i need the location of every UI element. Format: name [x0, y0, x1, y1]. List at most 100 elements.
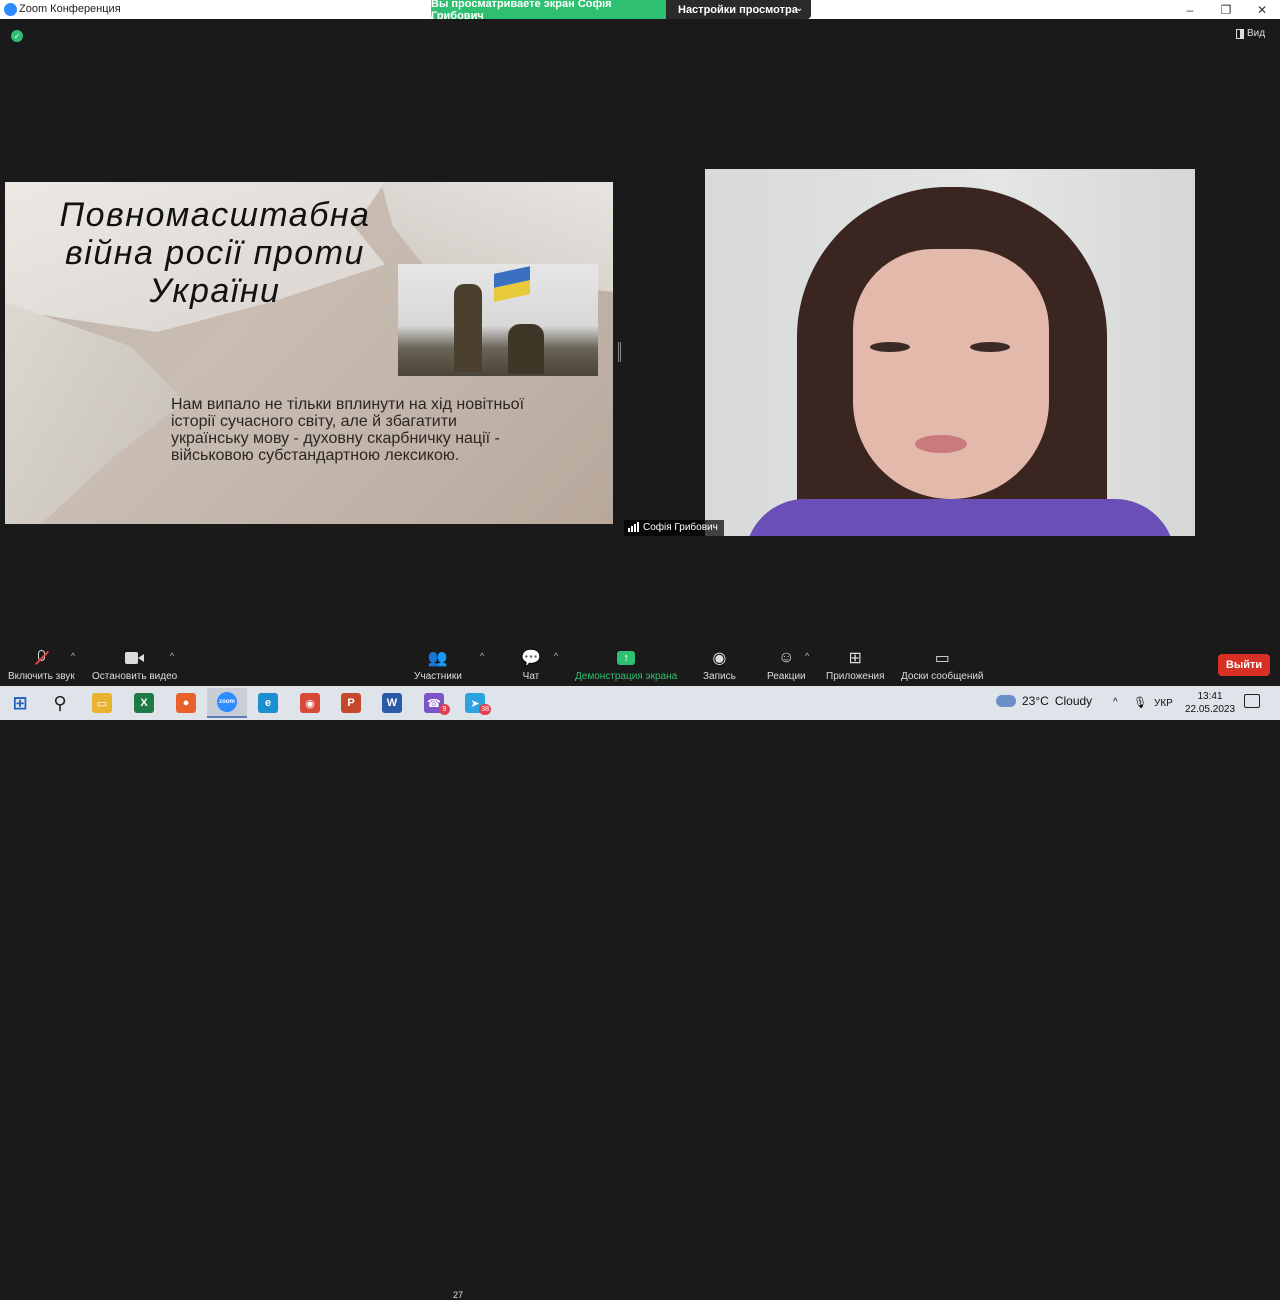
record-icon: ◉ — [712, 650, 727, 667]
meeting-toolbar: Включить звук ^ Остановить видео ^ 👥 Уча… — [0, 640, 1280, 1300]
slide-title: Повномасштабна війна росії проти України — [59, 196, 371, 310]
participants-button[interactable]: 👥 Участники — [414, 647, 462, 682]
soldier-figure — [454, 284, 482, 372]
whiteboards-label: Доски сообщений — [901, 671, 984, 682]
leave-button[interactable]: Выйти — [1218, 654, 1270, 676]
audio-options-caret[interactable]: ^ — [71, 651, 75, 661]
minimize-button[interactable]: – — [1172, 0, 1208, 19]
word-icon: W — [382, 693, 402, 713]
slide-body-text: Нам випало не тільки вплинути на хід нов… — [171, 396, 525, 464]
layout-icon — [1236, 28, 1244, 39]
viewing-share-banner: Вы просматриваете экран Софія Грибович — [431, 0, 666, 22]
chat-bubble-icon: 💬 — [521, 650, 541, 667]
apps-label: Приложения — [826, 671, 885, 682]
participants-options-caret[interactable]: ^ — [480, 651, 484, 661]
search-icon: ⚲ — [53, 692, 67, 713]
chevron-down-icon: ⌄ — [795, 3, 803, 13]
video-figure-eye — [970, 342, 1010, 352]
paper-texture — [5, 302, 185, 524]
participants-count: 27 — [453, 1290, 464, 1300]
split-resize-handle[interactable] — [618, 342, 621, 362]
reactions-button[interactable]: ☺ Реакции — [767, 647, 806, 682]
chat-button[interactable]: 💬 Чат — [521, 647, 541, 682]
maximize-button[interactable]: ❐ — [1208, 0, 1244, 19]
start-icon: ⊞ — [12, 692, 28, 713]
unread-badge: 9 — [439, 704, 450, 715]
record-button[interactable]: ◉ Запись — [703, 647, 736, 682]
taskbar-app-edge[interactable]: e — [248, 688, 288, 718]
video-figure-eye — [870, 342, 910, 352]
window-title: Zoom Конференция — [19, 3, 121, 15]
unmute-button[interactable]: Включить звук — [8, 647, 75, 682]
record-label: Запись — [703, 671, 736, 682]
participant-name-tag: Софія Грибович — [624, 520, 724, 536]
firefox-icon: ● — [176, 693, 196, 713]
participants-label: Участники — [414, 671, 462, 682]
slide-photo — [398, 264, 598, 376]
zoom-logo-icon — [4, 3, 17, 16]
shared-screen-slide: Повномасштабна війна росії проти України… — [5, 182, 613, 524]
share-screen-icon: ↑ — [617, 651, 636, 665]
video-figure-shirt — [745, 499, 1175, 536]
taskbar-app-chrome[interactable]: ◉ — [290, 688, 330, 718]
excel-icon: X — [134, 693, 154, 713]
taskbar-app-search[interactable]: ⚲ — [40, 688, 80, 718]
reactions-label: Реакции — [767, 671, 806, 682]
video-options-caret[interactable]: ^ — [170, 651, 174, 661]
stop-video-button[interactable]: Остановить видео — [92, 647, 177, 682]
signal-bars-icon — [628, 522, 639, 532]
taskbar-app-viber[interactable]: ☎ 9 — [414, 688, 454, 718]
edge-icon: e — [258, 693, 278, 713]
reactions-options-caret[interactable]: ^ — [805, 651, 809, 661]
emoji-icon: ☺ — [778, 649, 795, 666]
taskbar-app-excel[interactable]: X — [124, 688, 164, 718]
zoom-icon: zoom — [217, 692, 237, 712]
taskbar-app-powerpoint[interactable]: P — [331, 688, 371, 718]
notification-center-icon[interactable] — [1244, 694, 1260, 708]
file-explorer-icon: ▭ — [92, 693, 112, 713]
taskbar-app-file-explorer[interactable]: ▭ — [82, 688, 122, 718]
taskbar-app-start[interactable]: ⊞ — [0, 688, 40, 718]
clock-date: 22.05.2023 — [1184, 704, 1236, 715]
view-label: Вид — [1247, 28, 1266, 39]
share-screen-label: Демонстрация экрана — [575, 671, 678, 682]
video-figure-mouth — [915, 435, 967, 453]
input-language[interactable]: УКР — [1154, 698, 1173, 709]
chrome-icon: ◉ — [300, 693, 320, 713]
close-button[interactable]: ✕ — [1244, 0, 1280, 19]
weather-widget[interactable]: 23°C Cloudy — [996, 694, 1092, 708]
participant-name: Софія Грибович — [643, 522, 718, 533]
camera-icon — [124, 652, 145, 664]
view-options-dropdown[interactable]: Настройки просмотра ⌄ — [666, 0, 811, 19]
view-options-label: Настройки просмотра — [678, 3, 798, 16]
whiteboards-button[interactable]: ▭ Доски сообщений — [901, 647, 984, 682]
view-button[interactable]: Вид — [1236, 28, 1265, 39]
security-shield-icon[interactable]: ✓ — [11, 30, 23, 42]
taskbar-app-telegram[interactable]: ➤ 38 — [455, 688, 495, 718]
share-screen-button[interactable]: ↑ Демонстрация экрана — [575, 647, 677, 682]
microphone-muted-icon — [34, 649, 50, 667]
system-clock[interactable]: 13:41 22.05.2023 — [1180, 690, 1240, 716]
weather-temp: 23°C — [1022, 694, 1049, 708]
microphone-tray-icon[interactable]: 🎙 — [1133, 696, 1147, 709]
video-figure-face — [853, 249, 1049, 499]
chat-label: Чат — [522, 671, 540, 682]
participant-video — [705, 169, 1195, 536]
tray-overflow-caret[interactable]: ^ — [1113, 697, 1118, 708]
powerpoint-icon: P — [341, 693, 361, 713]
cloud-icon — [996, 695, 1016, 707]
taskbar-app-firefox[interactable]: ● — [166, 688, 206, 718]
unmute-label: Включить звук — [8, 671, 75, 682]
unread-badge: 38 — [479, 704, 491, 715]
taskbar-app-zoom[interactable]: zoom — [207, 688, 247, 718]
taskbar-app-word[interactable]: W — [372, 688, 412, 718]
participants-icon: 👥 — [427, 650, 448, 667]
clock-time: 13:41 — [1197, 691, 1223, 702]
weather-desc: Cloudy — [1054, 694, 1093, 708]
stop-video-label: Остановить видео — [92, 671, 178, 682]
apps-grid-icon: ⊞ — [848, 650, 862, 667]
chat-options-caret[interactable]: ^ — [554, 651, 558, 661]
whiteboard-icon: ▭ — [934, 650, 950, 667]
apps-button[interactable]: ⊞ Приложения — [826, 647, 885, 682]
soldier-figure — [508, 324, 544, 374]
